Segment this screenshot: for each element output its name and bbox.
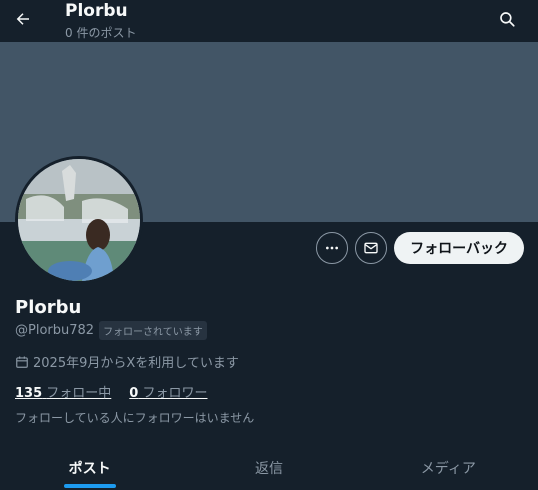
follow-counts: 135 フォロー中 0 フォロワー bbox=[15, 382, 208, 401]
mutual-followers-note: フォローしている人にフォロワーはいません bbox=[15, 411, 255, 425]
following-label: フォロー中 bbox=[46, 386, 112, 401]
followers-label: フォロワー bbox=[142, 386, 208, 401]
search-button[interactable] bbox=[494, 6, 520, 32]
followers-count: 0 bbox=[129, 386, 139, 401]
profile-tabs: ポスト 返信 メディア bbox=[0, 444, 538, 490]
tab-posts-label: ポスト bbox=[68, 461, 111, 477]
post-count: 0 件のポスト bbox=[65, 26, 137, 40]
follows-you-badge: フォローされています bbox=[99, 321, 207, 340]
back-button[interactable] bbox=[10, 6, 36, 32]
active-tab-indicator bbox=[63, 484, 116, 488]
avatar[interactable] bbox=[15, 156, 143, 284]
tab-media-label: メディア bbox=[420, 461, 476, 477]
more-horizontal-icon bbox=[326, 246, 339, 250]
tab-replies[interactable]: 返信 bbox=[179, 444, 358, 490]
handle-row: @Plorbu782 フォローされています bbox=[15, 321, 207, 340]
avatar-photo bbox=[18, 159, 140, 281]
display-name: Plorbu bbox=[15, 297, 82, 318]
envelope-icon bbox=[364, 242, 378, 254]
profile-actions: フォローバック bbox=[316, 232, 524, 264]
tab-media[interactable]: メディア bbox=[359, 444, 538, 490]
page-title: Plorbu bbox=[65, 1, 128, 21]
user-handle: @Plorbu782 bbox=[15, 323, 95, 338]
followers-link[interactable]: 0 フォロワー bbox=[129, 382, 207, 401]
more-button[interactable] bbox=[316, 232, 349, 264]
follow-back-button[interactable]: フォローバック bbox=[394, 232, 524, 264]
arrow-left-icon bbox=[16, 13, 29, 25]
tab-posts[interactable]: ポスト bbox=[0, 444, 179, 490]
tab-replies-label: 返信 bbox=[254, 461, 283, 477]
following-link[interactable]: 135 フォロー中 bbox=[15, 382, 111, 401]
search-icon bbox=[500, 12, 515, 27]
calendar-icon bbox=[16, 355, 28, 368]
join-date-text: 2025年9月からXを利用しています bbox=[33, 356, 239, 371]
top-bar: Plorbu 0 件のポスト bbox=[0, 0, 538, 42]
message-button[interactable] bbox=[355, 232, 388, 264]
join-date: 2025年9月からXを利用しています bbox=[15, 352, 239, 371]
following-count: 135 bbox=[15, 386, 43, 401]
